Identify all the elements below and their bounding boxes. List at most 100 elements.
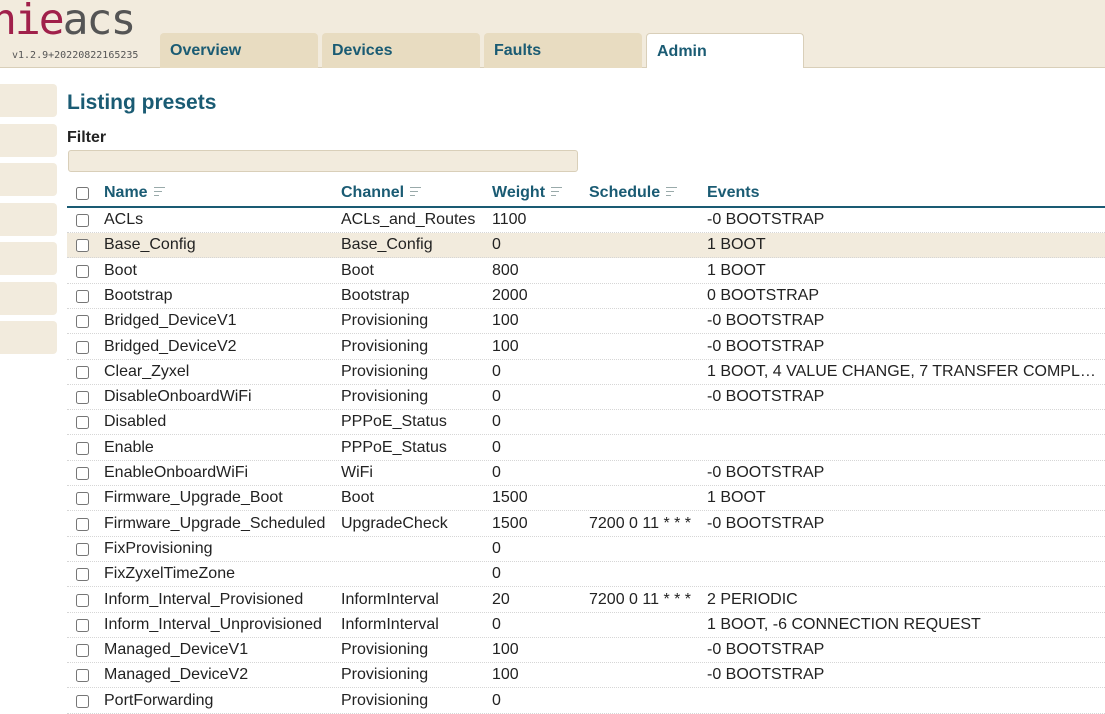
row-select-checkbox[interactable] xyxy=(76,618,89,632)
row-select-checkbox[interactable] xyxy=(76,492,89,506)
sidebar-item-4[interactable] xyxy=(0,203,57,236)
table-row[interactable]: Enable PPPoE_Status 0 xyxy=(67,436,1105,461)
row-select-checkbox[interactable] xyxy=(76,593,89,607)
cell-weight: 20 xyxy=(492,590,510,608)
table-row[interactable]: Base_Config Base_Config 0 1 BOOT xyxy=(67,233,1105,259)
genieacs-logo[interactable]: nieacs xyxy=(0,2,150,50)
column-header-weight[interactable]: Weight xyxy=(492,184,563,202)
sidebar-item-7[interactable] xyxy=(0,321,57,354)
cell-weight: 800 xyxy=(492,261,519,279)
table-row[interactable]: Boot Boot 800 1 BOOT xyxy=(67,259,1105,284)
cell-name: DisableOnboardWiFi xyxy=(104,388,252,406)
sort-icon[interactable] xyxy=(410,187,422,197)
cell-name: Bootstrap xyxy=(104,286,173,304)
column-header-schedule[interactable]: Schedule xyxy=(589,184,678,202)
sidebar-item-3[interactable] xyxy=(0,163,57,196)
row-select-checkbox[interactable] xyxy=(76,264,89,278)
sort-icon[interactable] xyxy=(551,187,563,197)
sort-icon[interactable] xyxy=(666,187,678,197)
cell-events: 2 PERIODIC xyxy=(707,590,798,608)
cell-channel: PPPoE_Status xyxy=(341,413,447,431)
table-row[interactable]: Inform_Interval_Unprovisioned InformInter… xyxy=(67,613,1105,638)
row-select-checkbox[interactable] xyxy=(76,644,89,658)
cell-name: Clear_Zyxel xyxy=(104,362,190,380)
filter-input[interactable] xyxy=(68,150,578,172)
column-header-weight-label: Weight xyxy=(492,184,546,201)
row-select-checkbox[interactable] xyxy=(76,365,89,379)
cell-weight: 0 xyxy=(492,565,501,583)
row-select-checkbox[interactable] xyxy=(76,340,89,354)
table-row[interactable]: Clear_Zyxel Provisioning 0 1 BOOT, 4 VALUE … xyxy=(67,360,1105,385)
table-row[interactable]: ACLs ACLs_and_Routes 1100 -0 BOOTSTRAP xyxy=(67,208,1105,233)
top-navigation-bar: nieacs v1.2.9+20220822165235 Overview De… xyxy=(0,0,1105,68)
tab-overview[interactable]: Overview xyxy=(160,33,318,68)
cell-channel: WiFi xyxy=(341,464,373,481)
cell-weight: 100 xyxy=(492,337,519,355)
table-row[interactable]: Managed_DeviceV1 Provisioning 100 -0 BOOTST… xyxy=(67,638,1105,664)
logo-text-suffix: acs xyxy=(62,2,137,45)
table-row[interactable]: PortForwarding Provisioning 0 xyxy=(67,689,1105,714)
cell-schedule: 7200 0 11 * * * xyxy=(589,514,692,532)
table-row[interactable]: Disabled PPPoE_Status 0 xyxy=(67,410,1105,436)
row-select-checkbox[interactable] xyxy=(76,391,89,405)
table-row[interactable]: Managed_DeviceV2 Provisioning 100 -0 BOOTST… xyxy=(67,663,1105,689)
cell-name: Managed_DeviceV1 xyxy=(104,641,249,659)
row-select-checkbox[interactable] xyxy=(76,239,89,253)
cell-channel: Provisioning xyxy=(341,641,429,659)
row-select-checkbox[interactable] xyxy=(76,517,89,531)
row-select-checkbox[interactable] xyxy=(76,669,89,683)
row-select-checkbox[interactable] xyxy=(76,441,89,455)
logo-text-brand: nie xyxy=(0,2,65,45)
table-row[interactable]: Bridged_DeviceV2 Provisioning 100 -0 BOOTST… xyxy=(67,335,1105,360)
row-select-checkbox[interactable] xyxy=(76,315,89,329)
row-select-checkbox[interactable] xyxy=(76,568,89,582)
sidebar-item-6[interactable] xyxy=(0,282,57,315)
row-select-checkbox[interactable] xyxy=(76,542,89,556)
tab-admin[interactable]: Admin xyxy=(646,33,804,68)
sort-icon[interactable] xyxy=(153,187,165,197)
cell-events: -0 BOOTSTRAP xyxy=(707,641,825,659)
row-select-checkbox[interactable] xyxy=(76,694,89,708)
table-row[interactable]: Inform_Interval_Provisioned InformInterva… xyxy=(67,588,1105,613)
select-all-checkbox[interactable] xyxy=(76,187,89,200)
row-select-checkbox[interactable] xyxy=(76,214,89,227)
column-header-name-label: Name xyxy=(104,184,148,201)
cell-name: Bridged_DeviceV2 xyxy=(104,337,237,355)
cell-weight: 1500 xyxy=(492,489,528,507)
cell-channel: UpgradeCheck xyxy=(341,514,448,532)
cell-name: Enable xyxy=(104,438,154,456)
column-header-schedule-label: Schedule xyxy=(589,184,661,201)
table-row[interactable]: Firmware_Upgrade_Scheduled UpgradeCheck 15… xyxy=(67,512,1105,537)
row-select-checkbox[interactable] xyxy=(76,467,89,480)
table-row[interactable]: Bootstrap Bootstrap 2000 0 BOOTSTRAP xyxy=(67,284,1105,309)
table-row[interactable]: Bridged_DeviceV1 Provisioning 100 -0 BOOTST… xyxy=(67,309,1105,335)
cell-weight: 0 xyxy=(492,388,501,406)
column-header-name[interactable]: Name xyxy=(104,184,165,202)
row-select-checkbox[interactable] xyxy=(76,289,89,303)
table-row[interactable]: DisableOnboardWiFi Provisioning 0 -0 BOOTST… xyxy=(67,385,1105,411)
cell-events: 1 BOOT, 4 VALUE CHANGE, 7 TRANSFER COMPL… xyxy=(707,362,1105,380)
cell-name: FixProvisioning xyxy=(104,539,213,557)
row-select-checkbox[interactable] xyxy=(76,416,89,430)
table-row[interactable]: FixZyxelTimeZone 0 xyxy=(67,562,1105,588)
tab-devices[interactable]: Devices xyxy=(322,33,480,68)
cell-channel: Base_Config xyxy=(341,236,433,254)
table-row[interactable]: Firmware_Upgrade_Boot Boot 1500 1 BOOT xyxy=(67,486,1105,512)
tab-faults[interactable]: Faults xyxy=(484,33,642,68)
cell-channel: ACLs_and_Routes xyxy=(341,211,476,228)
filter-label: Filter xyxy=(67,129,107,146)
cell-channel: InformInterval xyxy=(341,590,439,608)
cell-events: 0 BOOTSTRAP xyxy=(707,286,820,304)
cell-weight: 1500 xyxy=(492,514,528,532)
cell-events: -0 BOOTSTRAP xyxy=(707,211,825,228)
column-header-channel-label: Channel xyxy=(341,184,405,201)
cell-weight: 0 xyxy=(492,438,501,456)
table-row[interactable]: EnableOnboardWiFi WiFi 0 -0 BOOTSTRAP xyxy=(67,461,1105,486)
table-row[interactable]: FixProvisioning 0 xyxy=(67,537,1105,562)
column-header-channel[interactable]: Channel xyxy=(341,184,422,202)
sidebar-item-5[interactable] xyxy=(0,242,57,275)
cell-weight: 100 xyxy=(492,641,519,659)
sidebar-item-1[interactable] xyxy=(0,84,57,117)
sidebar-item-2[interactable] xyxy=(0,124,57,157)
cell-channel: Provisioning xyxy=(341,666,429,684)
